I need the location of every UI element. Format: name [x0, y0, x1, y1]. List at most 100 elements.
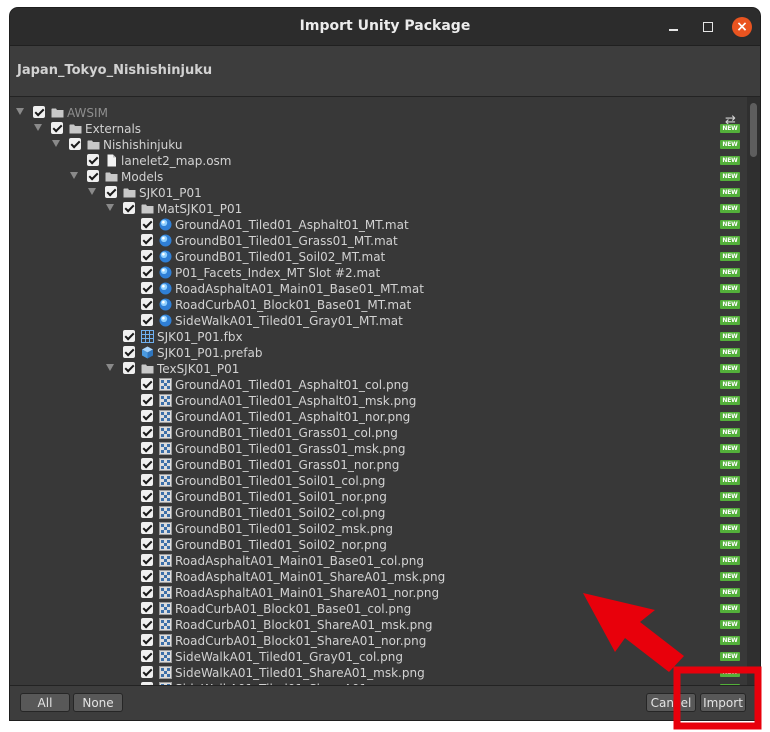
include-checkbox[interactable] [141, 314, 153, 326]
tree-asset-row[interactable]: RoadCurbA01_Block01_ShareA01_msk.png NEW [10, 617, 747, 633]
include-checkbox[interactable] [141, 634, 153, 646]
title-bar[interactable]: Import Unity Package × [10, 8, 760, 46]
tree-item-label: TexSJK01_P01 [157, 362, 240, 376]
tree-asset-row[interactable]: SideWalkA01_Tiled01_Gray01_col.png NEW [10, 649, 747, 665]
cancel-button[interactable]: Cancel [646, 693, 696, 712]
include-checkbox[interactable] [123, 346, 135, 358]
include-checkbox[interactable] [87, 170, 99, 182]
include-checkbox[interactable] [141, 250, 153, 262]
import-button[interactable]: Import [700, 693, 746, 712]
tree-folder-row[interactable]: AWSIM [10, 105, 747, 121]
tree-asset-row[interactable]: GroundB01_Tiled01_Soil02_nor.png NEW [10, 537, 747, 553]
texture-icon [159, 394, 172, 407]
scrollbar-thumb[interactable] [750, 103, 757, 157]
close-button[interactable]: × [732, 17, 752, 37]
tree-asset-row[interactable]: RoadCurbA01_Block01_Base01_col.png NEW [10, 601, 747, 617]
foldout-arrow-icon[interactable] [16, 108, 24, 115]
tree-asset-row[interactable]: RoadAsphaltA01_Main01_Base01_MT.mat NEW [10, 281, 747, 297]
include-checkbox[interactable] [123, 330, 135, 342]
asset-tree[interactable]: ⇄ AWSIM Externals NEW Nishishinjuku NEW lanel… [10, 97, 747, 685]
select-none-button[interactable]: None [73, 693, 123, 712]
include-checkbox[interactable] [141, 602, 153, 614]
include-checkbox[interactable] [87, 154, 99, 166]
tree-folder-row[interactable]: Externals NEW [10, 121, 747, 137]
include-checkbox[interactable] [141, 234, 153, 246]
tree-asset-row[interactable]: SideWalkA01_Tiled01_Gray01_MT.mat NEW [10, 313, 747, 329]
tree-asset-row[interactable]: GroundA01_Tiled01_Asphalt01_msk.png NEW [10, 393, 747, 409]
tree-asset-row[interactable]: RoadAsphaltA01_Main01_ShareA01_msk.png NE… [10, 569, 747, 585]
tree-item-label: P01_Facets_Index_MT Slot #2.mat [175, 266, 381, 280]
tree-folder-row[interactable]: TexSJK01_P01 NEW [10, 361, 747, 377]
tree-asset-row[interactable]: GroundA01_Tiled01_Asphalt01_MT.mat NEW [10, 217, 747, 233]
include-checkbox[interactable] [123, 362, 135, 374]
tree-asset-row[interactable]: SideWalkA01_Tiled01_ShareA01_msk.png NEW [10, 665, 747, 681]
tree-asset-row[interactable]: GroundB01_Tiled01_Grass01_msk.png NEW [10, 441, 747, 457]
tree-asset-row[interactable]: GroundB01_Tiled01_Soil01_col.png NEW [10, 473, 747, 489]
new-badge: NEW [720, 460, 740, 469]
tree-asset-row[interactable]: GroundB01_Tiled01_Soil02_msk.png NEW [10, 521, 747, 537]
include-checkbox[interactable] [141, 458, 153, 470]
tree-asset-row[interactable]: SJK01_P01.fbx NEW [10, 329, 747, 345]
include-checkbox[interactable] [141, 282, 153, 294]
include-checkbox[interactable] [141, 490, 153, 502]
tree-asset-row[interactable]: RoadAsphaltA01_Main01_ShareA01_nor.png NE… [10, 585, 747, 601]
foldout-arrow-icon[interactable] [70, 172, 78, 179]
include-checkbox[interactable] [141, 442, 153, 454]
texture-icon [159, 458, 172, 471]
foldout-arrow-icon[interactable] [52, 140, 60, 147]
include-checkbox[interactable] [141, 618, 153, 630]
import-package-window: Import Unity Package × Japan_Tokyo_Nishi… [10, 8, 760, 720]
include-checkbox[interactable] [141, 506, 153, 518]
tree-asset-row[interactable]: GroundA01_Tiled01_Asphalt01_nor.png NEW [10, 409, 747, 425]
maximize-button[interactable] [698, 17, 718, 37]
include-checkbox[interactable] [123, 202, 135, 214]
tree-folder-row[interactable]: SJK01_P01 NEW [10, 185, 747, 201]
include-checkbox[interactable] [105, 186, 117, 198]
include-checkbox[interactable] [141, 218, 153, 230]
foldout-arrow-icon[interactable] [34, 124, 42, 131]
new-badge: NEW [720, 124, 740, 133]
include-checkbox[interactable] [141, 298, 153, 310]
include-checkbox[interactable] [33, 106, 45, 118]
include-checkbox[interactable] [141, 538, 153, 550]
tree-asset-row[interactable]: GroundB01_Tiled01_Grass01_MT.mat NEW [10, 233, 747, 249]
include-checkbox[interactable] [141, 410, 153, 422]
foldout-arrow-icon[interactable] [106, 204, 114, 211]
include-checkbox[interactable] [141, 266, 153, 278]
tree-asset-row[interactable]: GroundA01_Tiled01_Asphalt01_col.png NEW [10, 377, 747, 393]
include-checkbox[interactable] [141, 650, 153, 662]
tree-scrollbar[interactable] [747, 97, 760, 685]
include-checkbox[interactable] [141, 554, 153, 566]
new-badge: NEW [720, 140, 740, 149]
tree-asset-row[interactable]: lanelet2_map.osm NEW [10, 153, 747, 169]
include-checkbox[interactable] [141, 522, 153, 534]
tree-asset-row[interactable]: GroundB01_Tiled01_Grass01_nor.png NEW [10, 457, 747, 473]
include-checkbox[interactable] [141, 474, 153, 486]
tree-item-label: Nishishinjuku [103, 138, 183, 152]
tree-asset-row[interactable]: RoadCurbA01_Block01_Base01_MT.mat NEW [10, 297, 747, 313]
minimize-button[interactable] [663, 17, 683, 37]
tree-folder-row[interactable]: Models NEW [10, 169, 747, 185]
include-checkbox[interactable] [141, 666, 153, 678]
include-checkbox[interactable] [141, 394, 153, 406]
tree-asset-row[interactable]: GroundB01_Tiled01_Soil01_nor.png NEW [10, 489, 747, 505]
tree-asset-row[interactable]: P01_Facets_Index_MT Slot #2.mat NEW [10, 265, 747, 281]
tree-folder-row[interactable]: Nishishinjuku NEW [10, 137, 747, 153]
tree-asset-row[interactable]: GroundB01_Tiled01_Grass01_col.png NEW [10, 425, 747, 441]
foldout-arrow-icon[interactable] [106, 364, 114, 371]
tree-folder-row[interactable]: MatSJK01_P01 NEW [10, 201, 747, 217]
tree-asset-row[interactable]: GroundB01_Tiled01_Soil02_MT.mat NEW [10, 249, 747, 265]
tree-asset-row[interactable]: RoadCurbA01_Block01_ShareA01_nor.png NEW [10, 633, 747, 649]
include-checkbox[interactable] [51, 122, 63, 134]
include-checkbox[interactable] [141, 586, 153, 598]
foldout-arrow-icon[interactable] [88, 188, 96, 195]
tree-item-label: GroundB01_Tiled01_Grass01_col.png [175, 426, 398, 440]
include-checkbox[interactable] [141, 570, 153, 582]
include-checkbox[interactable] [141, 378, 153, 390]
select-all-button[interactable]: All [20, 693, 70, 712]
tree-asset-row[interactable]: GroundB01_Tiled01_Soil02_col.png NEW [10, 505, 747, 521]
include-checkbox[interactable] [141, 426, 153, 438]
tree-asset-row[interactable]: RoadAsphaltA01_Main01_Base01_col.png NEW [10, 553, 747, 569]
include-checkbox[interactable] [69, 138, 81, 150]
tree-asset-row[interactable]: SJK01_P01.prefab NEW [10, 345, 747, 361]
